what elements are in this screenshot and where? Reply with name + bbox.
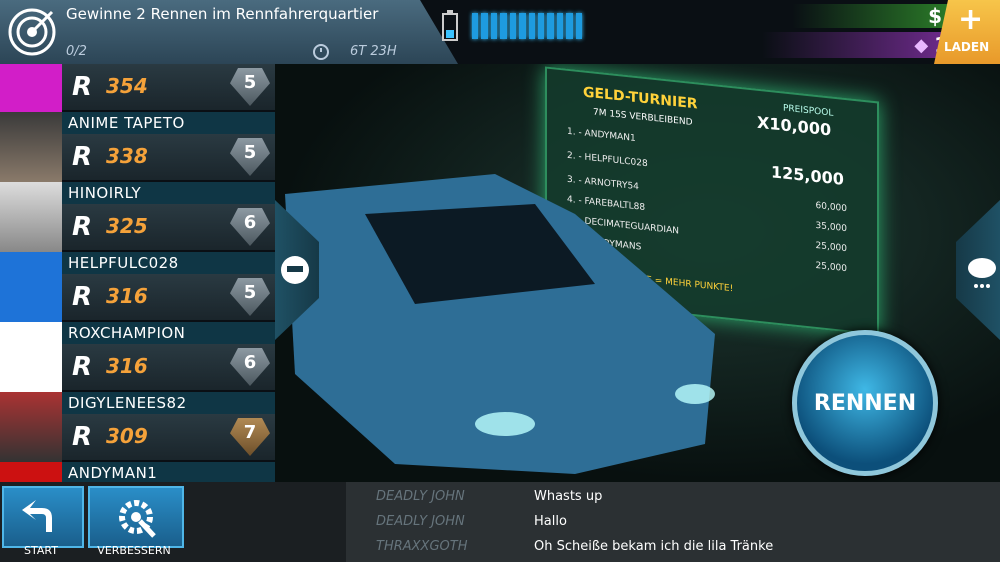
rating-icon: R (72, 72, 93, 102)
upgrade-label: VERBESSERN (97, 544, 171, 557)
shop-label: LADEN (944, 40, 990, 54)
rating-icon: R (72, 212, 93, 242)
player-name: ROXCHAMPION (62, 322, 275, 344)
chat-text: Oh Scheiße bekam ich die lila Tränke (534, 539, 774, 554)
race-button[interactable]: RENNEN (792, 330, 938, 476)
target-icon (8, 8, 56, 56)
rank-badge: 6 (230, 348, 270, 386)
rating-icon: R (72, 352, 93, 382)
chat-sender: THRAXXGOTH (376, 539, 468, 554)
rating-icon: R (72, 282, 93, 312)
upgrade-button[interactable] (88, 486, 184, 548)
car-image (285, 174, 715, 474)
wrench-gear-icon (119, 500, 156, 538)
leaderboard[interactable]: R 354 5 ANIME TAPETO R 338 5 HINOIRLY R … (0, 64, 275, 482)
leaderboard-row[interactable]: HELPFULC028 R 316 5 (0, 252, 275, 322)
avatar (0, 182, 62, 252)
leaderboard-row[interactable]: R 354 5 (0, 64, 275, 112)
avatar (0, 64, 62, 112)
chat-sender: DEADLY JOHN (376, 514, 465, 529)
player-name: DIGYLENEES82 (62, 392, 275, 414)
chat-message: DEADLY JOHN Whasts up (346, 484, 1000, 510)
player-rating: 354 (106, 74, 148, 98)
battery-icon (442, 10, 458, 41)
player-rating: 316 (106, 354, 148, 378)
rank-badge: 6 (230, 208, 270, 246)
chat-text: Whasts up (534, 489, 603, 504)
start-label: START (24, 544, 58, 557)
chat-sender: DEADLY JOHN (376, 489, 465, 504)
avatar (0, 462, 62, 482)
plus-icon: + (958, 2, 984, 37)
chat-panel[interactable]: DEADLY JOHN Whasts up DEADLY JOHN Hallo … (346, 482, 1000, 562)
currency-panel: $ 0 ◆ 15 + LADEN (762, 0, 1000, 64)
leaderboard-row[interactable]: ANDYMAN1 (0, 462, 275, 482)
leaderboard-row[interactable]: ANIME TAPETO R 338 5 (0, 112, 275, 182)
player-name: ANIME TAPETO (62, 112, 275, 134)
bottom-bar: START VERBESSERN DEADLY JOHN Whasts up D… (0, 482, 1000, 562)
avatar (0, 392, 62, 462)
mission-title: Gewinne 2 Rennen im Rennfahrerquartier (66, 5, 379, 23)
player-name: HELPFULC028 (62, 252, 275, 274)
rank-badge: 5 (230, 138, 270, 176)
dollar-icon: $ (928, 4, 943, 28)
mission-panel[interactable]: Gewinne 2 Rennen im Rennfahrerquartier 0… (0, 0, 458, 64)
rank-badge: 5 (230, 68, 270, 106)
leaderboard-row[interactable]: HINOIRLY R 325 6 (0, 182, 275, 252)
start-button[interactable] (2, 486, 84, 548)
game-screen: Gewinne 2 Rennen im Rennfahrerquartier 0… (0, 0, 1000, 562)
rank-badge: 7 (230, 418, 270, 456)
player-name: HINOIRLY (62, 182, 275, 204)
rating-icon: R (72, 422, 93, 452)
leaderboard-row[interactable]: DIGYLENEES82 R 309 7 (0, 392, 275, 462)
stopwatch-icon (313, 44, 329, 60)
avatar (0, 112, 62, 182)
player-rating: 325 (106, 214, 148, 238)
back-arrow-icon (22, 500, 52, 532)
avatar (0, 252, 62, 322)
energy-bar (472, 13, 583, 39)
player-rating: 309 (106, 424, 148, 448)
chat-message: THRAXXGOTH Oh Scheiße bekam ich die lila… (346, 534, 1000, 560)
gem-icon: ◆ (914, 34, 929, 56)
avatar (0, 322, 62, 392)
rank-badge: 5 (230, 278, 270, 316)
player-rating: 316 (106, 284, 148, 308)
chat-message: DEADLY JOHN Hallo (346, 509, 1000, 535)
leaderboard-row[interactable]: ROXCHAMPION R 316 6 (0, 322, 275, 392)
mission-progress: 0/2 (66, 44, 87, 59)
player-name: ANDYMAN1 (62, 462, 275, 482)
board-remaining: 7M 15S VERBLEIBEND (593, 107, 693, 128)
rating-icon: R (72, 142, 93, 172)
chat-text: Hallo (534, 514, 567, 529)
mission-timer: 6T 23H (350, 44, 397, 59)
player-rating: 338 (106, 144, 148, 168)
